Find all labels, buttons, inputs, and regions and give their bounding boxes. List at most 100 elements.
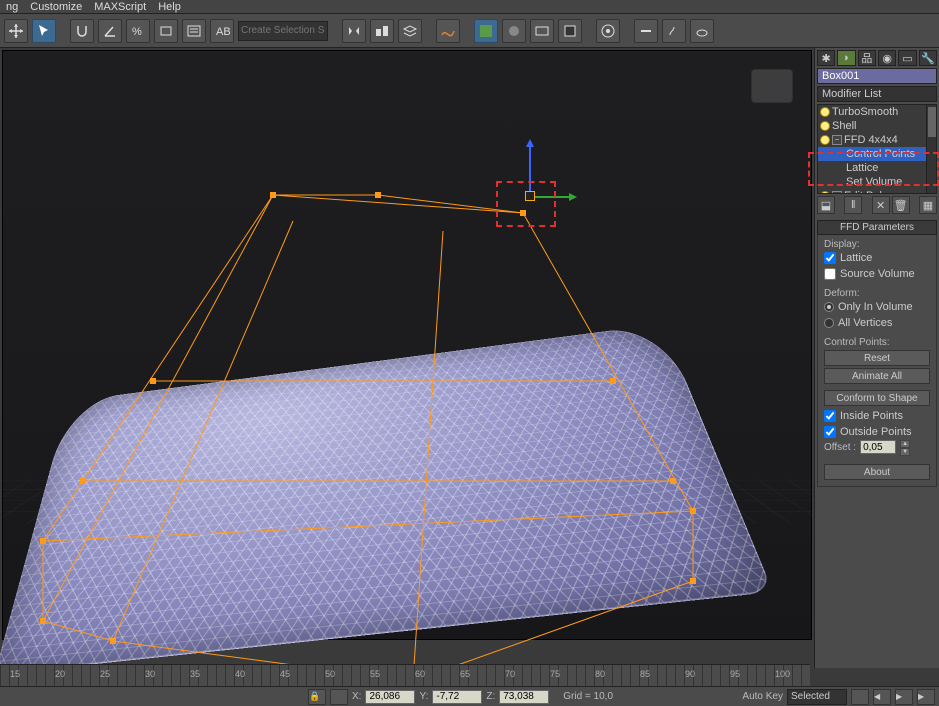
schematic-view-button[interactable] bbox=[474, 19, 498, 43]
align-tool[interactable] bbox=[370, 19, 394, 43]
inside-points-checkbox[interactable]: Inside Points bbox=[824, 408, 930, 424]
edit-named-sel[interactable] bbox=[182, 19, 206, 43]
remove-modifier-button[interactable]: 🗑 bbox=[892, 196, 910, 214]
make-unique-button[interactable]: ✕ bbox=[872, 196, 890, 214]
utilities-tab[interactable]: 🔧 bbox=[919, 50, 937, 66]
select-move-tool[interactable] bbox=[4, 19, 28, 43]
only-in-volume-radio[interactable]: Only In Volume bbox=[824, 299, 930, 315]
menu-item[interactable]: Help bbox=[158, 1, 181, 13]
main-area: ✱ ◗ 品 ◉ ▭ 🔧 Box001 Modifier List TurboSm… bbox=[0, 48, 939, 668]
modifier-stack[interactable]: TurboSmooth Shell −FFD 4x4x4 Control Poi… bbox=[817, 104, 937, 194]
menu-item[interactable]: Customize bbox=[30, 1, 82, 13]
stack-sub-set-volume[interactable]: Set Volume bbox=[818, 175, 936, 189]
stack-sub-lattice[interactable]: Lattice bbox=[818, 161, 936, 175]
main-toolbar: % ABC bbox=[0, 14, 939, 48]
material-editor-button[interactable] bbox=[502, 19, 526, 43]
bulb-icon bbox=[820, 121, 830, 131]
conform-to-shape-button[interactable]: Conform to Shape bbox=[824, 390, 930, 406]
stack-item-turbosmooth[interactable]: TurboSmooth bbox=[818, 105, 936, 119]
status-bar: 🔒 X: 26,086 Y: -7,72 Z: 73,038 Grid = 10… bbox=[0, 686, 939, 706]
extra-tool-1[interactable] bbox=[634, 19, 658, 43]
lock-icon: 🔒 bbox=[309, 691, 320, 701]
key-filter-dropdown[interactable]: Selected bbox=[787, 689, 847, 705]
set-key-button[interactable] bbox=[851, 689, 869, 705]
hierarchy-icon: 品 bbox=[861, 50, 872, 66]
about-button[interactable]: About bbox=[824, 464, 930, 480]
spinner-buttons[interactable]: ▲▼ bbox=[900, 440, 910, 454]
control-points-group-label: Control Points: bbox=[824, 337, 930, 348]
keyboard-shortcut-toggle[interactable]: ABC bbox=[210, 19, 234, 43]
stack-scrollbar[interactable] bbox=[926, 105, 936, 193]
stack-item-shell[interactable]: Shell bbox=[818, 119, 936, 133]
stack-sub-control-points[interactable]: Control Points bbox=[818, 147, 936, 161]
angle-snap-toggle[interactable] bbox=[98, 19, 122, 43]
viewcube[interactable] bbox=[751, 69, 793, 103]
deform-group-label: Deform: bbox=[824, 288, 930, 299]
collapse-icon[interactable]: − bbox=[832, 135, 842, 145]
all-vertices-radio[interactable]: All Vertices bbox=[824, 315, 930, 331]
display-tab[interactable]: ▭ bbox=[898, 50, 916, 66]
z-coord-field[interactable]: 73,038 bbox=[499, 690, 549, 704]
config-icon: ▦ bbox=[923, 199, 933, 212]
stack-item-ffd[interactable]: −FFD 4x4x4 bbox=[818, 133, 936, 147]
modifier-list-dropdown[interactable]: Modifier List bbox=[817, 86, 937, 102]
coord-display-toggle[interactable] bbox=[330, 689, 348, 705]
viewport[interactable] bbox=[2, 50, 812, 640]
percent-snap-toggle[interactable]: % bbox=[126, 19, 150, 43]
layers-toggle[interactable] bbox=[398, 19, 422, 43]
unique-icon: ✕ bbox=[876, 199, 885, 212]
spinner-snap-toggle[interactable] bbox=[154, 19, 178, 43]
display-group-label: Display: bbox=[824, 239, 930, 250]
render-setup-button[interactable] bbox=[530, 19, 554, 43]
prev-key-button[interactable]: ◀ bbox=[873, 689, 891, 705]
lock-selection-button[interactable]: 🔒 bbox=[308, 689, 326, 705]
time-slider[interactable]: 1520253035404550556065707580859095100 bbox=[0, 664, 810, 686]
reset-button[interactable]: Reset bbox=[824, 350, 930, 366]
lattice-checkbox[interactable]: Lattice bbox=[824, 250, 930, 266]
x-coord-field[interactable]: 26,086 bbox=[365, 690, 415, 704]
play-button[interactable]: ▶ bbox=[895, 689, 913, 705]
create-tab[interactable]: ✱ bbox=[817, 50, 835, 66]
mirror-tool[interactable] bbox=[342, 19, 366, 43]
outside-points-checkbox[interactable]: Outside Points bbox=[824, 424, 930, 440]
animate-all-button[interactable]: Animate All bbox=[824, 368, 930, 384]
extra-tool-2[interactable] bbox=[662, 19, 686, 43]
arc-icon: ◗ bbox=[843, 52, 850, 64]
motion-icon: ◉ bbox=[882, 52, 892, 65]
rollup-header[interactable]: FFD Parameters bbox=[817, 220, 937, 235]
autokey-button[interactable]: Auto Key bbox=[742, 691, 783, 702]
wrench-icon: 🔧 bbox=[921, 52, 935, 65]
object-name-field[interactable]: Box001 bbox=[817, 68, 937, 84]
pin-icon: ⬓ bbox=[821, 199, 831, 212]
extra-tool-3[interactable] bbox=[690, 19, 714, 43]
menu-item[interactable]: ng bbox=[6, 1, 18, 13]
plus-icon: ✱ bbox=[822, 52, 831, 65]
curve-editor-button[interactable] bbox=[436, 19, 460, 43]
configure-sets-button[interactable]: ▦ bbox=[919, 196, 937, 214]
select-tool[interactable] bbox=[32, 19, 56, 43]
next-key-button[interactable]: ▶ bbox=[917, 689, 935, 705]
snap-toggle[interactable] bbox=[70, 19, 94, 43]
y-coord-field[interactable]: -7,72 bbox=[432, 690, 482, 704]
bulb-icon bbox=[820, 107, 830, 117]
menu-item[interactable]: MAXScript bbox=[94, 1, 146, 13]
selection-set-dropdown[interactable] bbox=[238, 21, 328, 41]
offset-value-field[interactable]: 0,05 bbox=[860, 440, 896, 454]
source-volume-checkbox[interactable]: Source Volume bbox=[824, 266, 930, 282]
expand-icon[interactable]: + bbox=[832, 191, 842, 194]
x-label: X: bbox=[352, 691, 361, 702]
render-frame-button[interactable] bbox=[558, 19, 582, 43]
render-production-button[interactable] bbox=[596, 19, 620, 43]
motion-tab[interactable]: ◉ bbox=[878, 50, 896, 66]
stack-item-editpoly[interactable]: +Edit Poly bbox=[818, 189, 936, 194]
bulb-icon bbox=[820, 191, 830, 194]
stack-toolbar: ⬓ ‖ ✕ 🗑 ▦ bbox=[817, 196, 937, 214]
command-panel: ✱ ◗ 品 ◉ ▭ 🔧 Box001 Modifier List TurboSm… bbox=[814, 48, 939, 668]
modify-tab[interactable]: ◗ bbox=[837, 50, 855, 66]
viewport-canvas bbox=[3, 51, 811, 639]
hierarchy-tab[interactable]: 品 bbox=[858, 50, 876, 66]
show-end-result-button[interactable]: ‖ bbox=[844, 196, 862, 214]
mesh-object bbox=[0, 324, 773, 675]
pin-stack-button[interactable]: ⬓ bbox=[817, 196, 835, 214]
offset-spinner[interactable]: Offset : 0,05 ▲▼ bbox=[824, 440, 930, 454]
